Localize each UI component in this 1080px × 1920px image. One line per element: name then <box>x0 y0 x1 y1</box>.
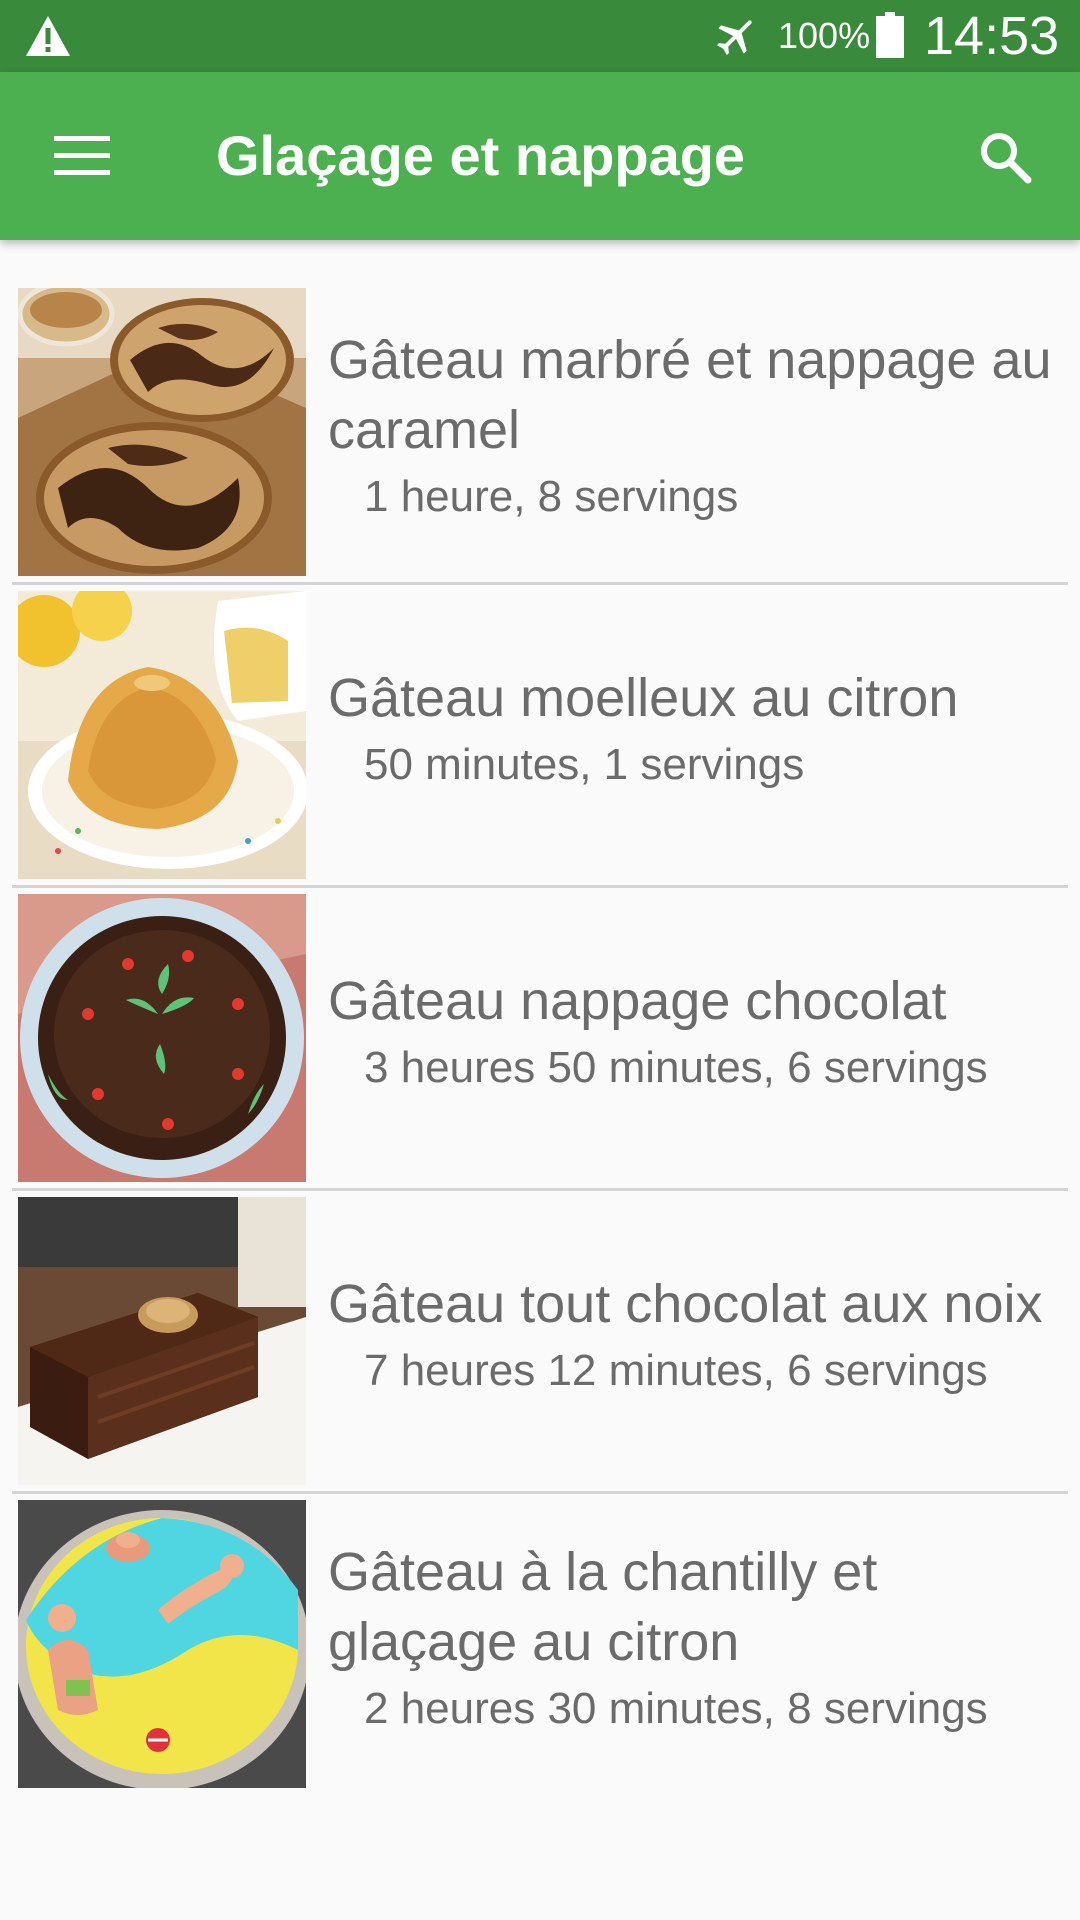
list-item[interactable]: Gâteau moelleux au citron 50 minutes, 1 … <box>0 585 1080 885</box>
recipe-title: Gâteau à la chantilly et glaçage au citr… <box>328 1542 878 1672</box>
list-item[interactable]: Gâteau marbré et nappage au caramel 1 he… <box>0 282 1080 582</box>
recipe-image <box>18 1500 306 1788</box>
list-item[interactable]: Gâteau à la chantilly et glaçage au citr… <box>0 1494 1080 1794</box>
recipe-list: Gâteau marbré et nappage au caramel 1 he… <box>0 282 1080 1794</box>
recipe-title: Gâteau tout chocolat aux noix <box>328 1274 1043 1334</box>
battery-icon <box>876 12 904 58</box>
recipe-meta: 2 heures 30 minutes, 8 servings <box>364 1684 988 1733</box>
app-bar: Glaçage et nappage <box>0 72 1080 240</box>
recipe-image <box>18 288 306 576</box>
recipe-title: Gâteau marbré et nappage au caramel <box>328 330 1052 460</box>
airplane-mode-icon <box>712 12 760 60</box>
recipe-text: Gâteau marbré et nappage au caramel 1 he… <box>328 282 1058 570</box>
recipe-text: Gâteau nappage chocolat 3 heures 50 minu… <box>328 888 1058 1176</box>
page-title: Glaçage et nappage <box>216 124 746 187</box>
warning-icon <box>24 14 72 58</box>
recipe-text: Gâteau à la chantilly et glaçage au citr… <box>328 1494 1058 1782</box>
clock: 14:53 <box>924 6 1060 66</box>
recipe-title: Gâteau moelleux au citron <box>328 668 959 728</box>
recipe-image <box>18 894 306 1182</box>
recipe-meta: 7 heures 12 minutes, 6 servings <box>364 1346 988 1395</box>
recipe-image <box>18 591 306 879</box>
recipe-meta: 50 minutes, 1 servings <box>364 740 805 789</box>
status-bar: 100% 14:53 <box>0 0 1080 72</box>
recipe-text: Gâteau moelleux au citron 50 minutes, 1 … <box>328 585 1058 873</box>
recipe-text: Gâteau tout chocolat aux noix 7 heures 1… <box>328 1191 1058 1479</box>
search-icon <box>981 133 1032 184</box>
menu-icon <box>54 136 110 175</box>
recipe-meta: 3 heures 50 minutes, 6 servings <box>364 1043 988 1092</box>
list-item[interactable]: Gâteau nappage chocolat 3 heures 50 minu… <box>0 888 1080 1188</box>
recipe-image <box>18 1197 306 1485</box>
recipe-title: Gâteau nappage chocolat <box>328 971 947 1031</box>
menu-button[interactable] <box>40 116 130 196</box>
battery-percentage: 100% <box>778 15 871 56</box>
search-button[interactable] <box>964 116 1044 196</box>
list-item[interactable]: Gâteau tout chocolat aux noix 7 heures 1… <box>0 1191 1080 1491</box>
recipe-meta: 1 heure, 8 servings <box>364 472 739 521</box>
